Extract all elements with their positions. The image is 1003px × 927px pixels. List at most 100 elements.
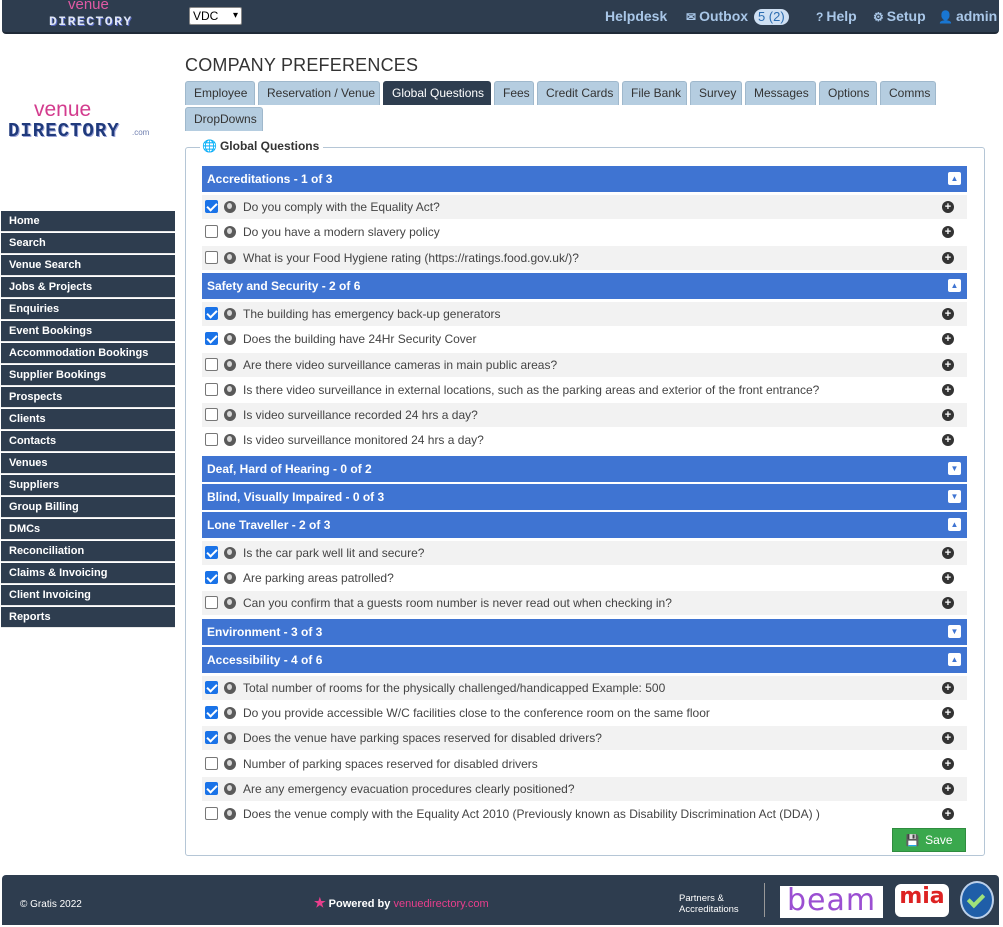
add-circle-icon[interactable]: + — [942, 226, 954, 239]
question-checkbox[interactable] — [205, 433, 218, 447]
group-header[interactable]: Blind, Visually Impaired - 0 of 3 ▼ — [202, 483, 967, 510]
question-checkbox[interactable] — [205, 571, 218, 584]
sidebar-item-venue-search[interactable]: Venue Search — [1, 255, 175, 276]
tab-fees[interactable]: Fees — [494, 81, 534, 105]
envelope-icon: ✉ — [686, 10, 697, 24]
sidebar-item-home[interactable]: Home — [1, 211, 175, 232]
save-button[interactable]: 💾 Save — [892, 828, 966, 852]
tab-comms[interactable]: Comms — [880, 81, 936, 105]
group-header[interactable]: Deaf, Hard of Hearing - 0 of 2 ▼ — [202, 455, 967, 482]
sidebar-item-prospects[interactable]: Prospects — [1, 387, 175, 408]
header-logo[interactable]: venue DIRECTORY — [46, 0, 142, 32]
group-header[interactable]: Accessibility - 4 of 6 ▲ — [202, 646, 967, 673]
tab-dropdowns[interactable]: DropDowns — [185, 107, 263, 131]
sidebar-item-search[interactable]: Search — [1, 233, 175, 254]
question-checkbox[interactable] — [205, 200, 218, 213]
sidebar-item-accommodation-bookings[interactable]: Accommodation Bookings — [1, 343, 175, 364]
question-checkbox[interactable] — [205, 705, 218, 719]
sidebar-item-jobs-projects[interactable]: Jobs & Projects — [1, 277, 175, 298]
group-header[interactable]: Environment - 3 of 3 ▼ — [202, 618, 967, 645]
add-circle-icon[interactable]: + — [942, 706, 954, 719]
setup-link[interactable]: ⚙ Setup — [873, 8, 926, 24]
add-circle-icon[interactable]: + — [942, 251, 954, 264]
powered-by-link[interactable]: venuedirectory.com — [393, 898, 488, 910]
question-checkbox[interactable] — [205, 756, 218, 770]
add-circle-icon[interactable]: + — [942, 434, 954, 447]
sidebar-item-event-bookings[interactable]: Event Bookings — [1, 321, 175, 342]
tab-messages[interactable]: Messages — [745, 81, 816, 105]
globe-icon — [224, 732, 236, 745]
expand-icon[interactable]: ▼ — [948, 624, 961, 638]
sidebar-item-reconciliation[interactable]: Reconciliation — [1, 541, 175, 562]
sidebar-item-reports[interactable]: Reports — [1, 607, 175, 628]
question-checkbox[interactable] — [205, 680, 218, 694]
group-title: Safety and Security - 2 of 6 — [207, 278, 361, 293]
question-checkbox[interactable] — [205, 731, 218, 745]
sidebar-item-dmcs[interactable]: DMCs — [1, 519, 175, 540]
sidebar-item-suppliers[interactable]: Suppliers — [1, 475, 175, 496]
sidebar-item-group-billing[interactable]: Group Billing — [1, 497, 175, 518]
add-circle-icon[interactable]: + — [942, 307, 954, 320]
collapse-icon[interactable]: ▲ — [948, 172, 961, 185]
sidebar-item-claims-invoicing[interactable]: Claims & Invoicing — [1, 563, 175, 584]
question-checkbox[interactable] — [205, 332, 218, 346]
add-circle-icon[interactable]: + — [942, 732, 954, 745]
question-checkbox[interactable] — [205, 250, 218, 264]
add-circle-icon[interactable]: + — [942, 546, 954, 559]
add-circle-icon[interactable]: + — [942, 597, 954, 610]
tab-employee[interactable]: Employee — [185, 81, 255, 105]
sidebar-item-supplier-bookings[interactable]: Supplier Bookings — [1, 365, 175, 386]
tab-credit-cards[interactable]: Credit Cards — [537, 81, 619, 105]
user-link[interactable]: 👤 admin — [938, 8, 997, 24]
question-checkbox[interactable] — [205, 545, 218, 559]
globe-icon — [224, 782, 236, 795]
sidebar-item-enquiries[interactable]: Enquiries — [1, 299, 175, 320]
add-circle-icon[interactable]: + — [942, 808, 954, 821]
group-header[interactable]: Safety and Security - 2 of 6 ▲ — [202, 272, 967, 299]
tab-global-questions[interactable]: Global Questions — [383, 81, 491, 105]
mia-logo[interactable]: mia — [895, 884, 949, 917]
outbox-link[interactable]: ✉ Outbox 5 (2) — [686, 8, 789, 25]
add-circle-icon[interactable]: + — [942, 409, 954, 422]
tab-reservation-venue[interactable]: Reservation / Venue — [258, 81, 380, 105]
add-circle-icon[interactable]: + — [942, 201, 954, 213]
tab-options[interactable]: Options — [819, 81, 877, 105]
question-checkbox[interactable] — [205, 807, 218, 821]
question-checkbox[interactable] — [205, 382, 218, 396]
add-circle-icon[interactable]: + — [942, 572, 954, 584]
group-title: Environment - 3 of 3 — [207, 624, 323, 639]
question-checkbox[interactable] — [205, 408, 218, 422]
add-circle-icon[interactable]: + — [942, 358, 954, 371]
beam-logo[interactable]: beam — [780, 886, 883, 918]
add-circle-icon[interactable]: + — [942, 782, 954, 795]
tab-survey[interactable]: Survey — [690, 81, 742, 105]
sidebar-item-venues[interactable]: Venues — [1, 453, 175, 474]
help-link[interactable]: ? Help — [816, 8, 857, 24]
company-select[interactable]: VDC ▾ — [189, 7, 242, 25]
question-checkbox[interactable] — [205, 781, 218, 795]
add-circle-icon[interactable]: + — [942, 681, 954, 694]
collapse-icon[interactable]: ▲ — [948, 517, 961, 531]
add-circle-icon[interactable]: + — [942, 757, 954, 770]
expand-icon[interactable]: ▼ — [948, 489, 961, 503]
collapse-icon[interactable]: ▲ — [948, 278, 961, 292]
sidebar-item-clients[interactable]: Clients — [1, 409, 175, 430]
add-circle-icon[interactable]: + — [942, 383, 954, 396]
question-checkbox[interactable] — [205, 357, 218, 371]
question-checkbox[interactable] — [205, 596, 218, 610]
sidebar-item-client-invoicing[interactable]: Client Invoicing — [1, 585, 175, 606]
cyber-essentials-badge[interactable] — [960, 881, 994, 919]
question-checkbox[interactable] — [205, 306, 218, 320]
tab-file-bank[interactable]: File Bank — [622, 81, 687, 105]
top-bar: venue DIRECTORY VDC ▾ Helpdesk ✉ Outbox 5… — [2, 0, 999, 34]
helpdesk-link[interactable]: Helpdesk — [605, 8, 667, 24]
group-header[interactable]: Lone Traveller - 2 of 3 ▲ — [202, 511, 967, 538]
question-row: Do you have a modern slavery policy + — [202, 220, 967, 244]
sidebar-item-contacts[interactable]: Contacts — [1, 431, 175, 452]
question-checkbox[interactable] — [205, 225, 218, 239]
expand-icon[interactable]: ▼ — [948, 461, 961, 475]
collapse-icon[interactable]: ▲ — [948, 652, 961, 666]
group-header[interactable]: Accreditations - 1 of 3 ▲ — [202, 166, 967, 192]
globe-icon — [224, 201, 236, 213]
add-circle-icon[interactable]: + — [942, 333, 954, 346]
